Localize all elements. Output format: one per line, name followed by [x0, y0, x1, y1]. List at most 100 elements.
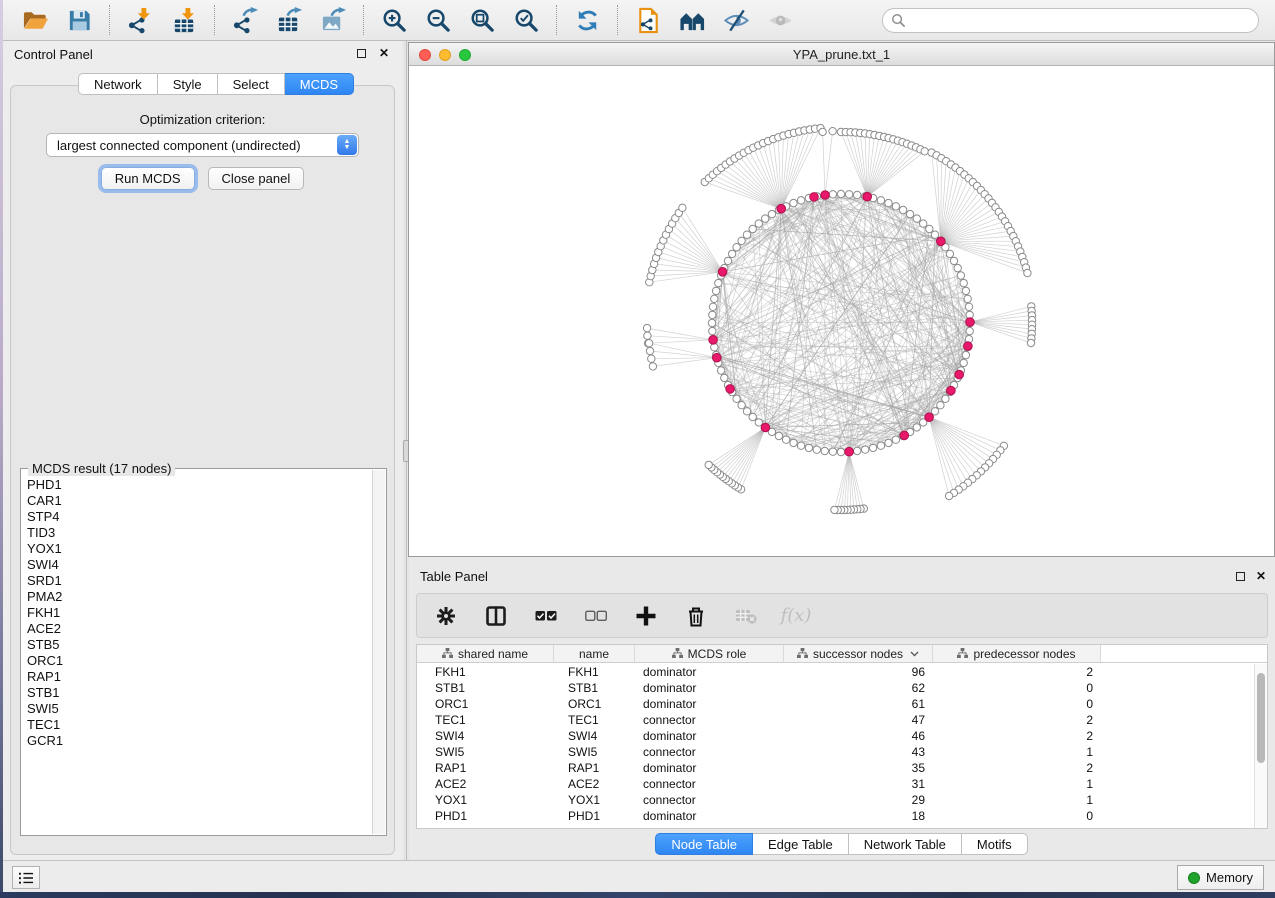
table-cell: dominator: [635, 664, 784, 680]
table-cell: ACE2: [554, 776, 635, 792]
table-row[interactable]: RAP1RAP1dominator352: [417, 760, 1254, 776]
optimization-criterion-label: Optimization criterion:: [11, 112, 394, 127]
table-row[interactable]: SWI4SWI4dominator462: [417, 728, 1254, 744]
mcds-result-item[interactable]: PMA2: [27, 589, 372, 605]
table-row[interactable]: SWI5SWI5connector431: [417, 744, 1254, 760]
tab-network-table[interactable]: Network Table: [849, 833, 962, 855]
table-panel-title: Table Panel: [420, 569, 488, 584]
mcds-result-item[interactable]: STB1: [27, 685, 372, 701]
tab-network[interactable]: Network: [78, 73, 158, 95]
mcds-result-item[interactable]: TID3: [27, 525, 372, 541]
table-row[interactable]: YOX1YOX1connector291: [417, 792, 1254, 808]
task-history-button[interactable]: [12, 866, 40, 889]
tab-node-table[interactable]: Node Table: [655, 833, 753, 855]
mcds-result-item[interactable]: YOX1: [27, 541, 372, 557]
table-cell: FKH1: [417, 664, 554, 680]
mcds-result-item[interactable]: SWI4: [27, 557, 372, 573]
mcds-result-item[interactable]: FKH1: [27, 605, 372, 621]
export-image-icon[interactable]: [317, 4, 349, 36]
tab-motifs[interactable]: Motifs: [962, 833, 1028, 855]
table-cell: 35: [784, 760, 933, 776]
column-header-successor-nodes[interactable]: successor nodes: [784, 645, 933, 662]
memory-button[interactable]: Memory: [1177, 865, 1264, 890]
table-body: FKH1FKH1dominator962STB1STB1dominator620…: [417, 664, 1254, 828]
criterion-select[interactable]: largest connected component (undirected)…: [46, 133, 359, 157]
mcds-result-item[interactable]: CAR1: [27, 493, 372, 509]
column-header-predecessor-nodes[interactable]: predecessor nodes: [933, 645, 1101, 662]
control-panel-title: Control Panel: [14, 47, 93, 62]
function-builder-icon: f(x): [783, 604, 809, 628]
float-panel-icon[interactable]: [1236, 572, 1245, 581]
column-header-MCDS-role[interactable]: MCDS role: [635, 645, 784, 662]
table-cell: SWI5: [417, 744, 554, 760]
mcds-result-item[interactable]: RAP1: [27, 669, 372, 685]
first-neighbors-icon[interactable]: [676, 4, 708, 36]
mcds-result-item[interactable]: SWI5: [27, 701, 372, 717]
zoom-selected-icon[interactable]: [510, 4, 542, 36]
search-input[interactable]: [882, 8, 1259, 33]
open-file-icon[interactable]: [19, 4, 51, 36]
add-row-icon[interactable]: [633, 604, 659, 628]
save-session-icon[interactable]: [63, 4, 95, 36]
table-cell: dominator: [635, 696, 784, 712]
mcds-result-item[interactable]: TEC1: [27, 717, 372, 733]
table-cell: RAP1: [554, 760, 635, 776]
tab-edge-table[interactable]: Edge Table: [753, 833, 849, 855]
mcds-result-scrollbar[interactable]: [372, 470, 385, 834]
table-cell: 43: [784, 744, 933, 760]
zoom-fit-icon[interactable]: [466, 4, 498, 36]
table-row[interactable]: STB1STB1dominator620: [417, 680, 1254, 696]
mcds-result-item[interactable]: STP4: [27, 509, 372, 525]
mcds-result-item[interactable]: SRD1: [27, 573, 372, 589]
table-cell: 0: [933, 696, 1101, 712]
close-panel-icon[interactable]: ✕: [1256, 569, 1266, 583]
zoom-out-icon[interactable]: [422, 4, 454, 36]
network-window-title: YPA_prune.txt_1: [409, 47, 1274, 62]
export-network-icon[interactable]: [229, 4, 261, 36]
close-panel-button[interactable]: Close panel: [208, 167, 305, 190]
delete-row-icon[interactable]: [683, 604, 709, 628]
network-canvas[interactable]: [409, 66, 1274, 556]
new-network-from-selection-icon[interactable]: [632, 4, 664, 36]
table-cell: 18: [784, 808, 933, 824]
table-cell: connector: [635, 744, 784, 760]
table-cell: ORC1: [417, 696, 554, 712]
show-columns-icon[interactable]: [483, 604, 509, 628]
tab-mcds[interactable]: MCDS: [285, 73, 354, 95]
table-cell: 2: [933, 728, 1101, 744]
tab-style[interactable]: Style: [158, 73, 218, 95]
mcds-result-item[interactable]: ACE2: [27, 621, 372, 637]
export-table-icon[interactable]: [273, 4, 305, 36]
settings-gear-icon[interactable]: [433, 604, 459, 628]
mcds-result-item[interactable]: GCR1: [27, 733, 372, 749]
close-panel-icon[interactable]: ✕: [379, 46, 389, 60]
table-row[interactable]: ORC1ORC1dominator610: [417, 696, 1254, 712]
table-row[interactable]: ACE2ACE2connector311: [417, 776, 1254, 792]
toolbar-separator: [363, 5, 364, 35]
table-row[interactable]: TEC1TEC1connector472: [417, 712, 1254, 728]
float-panel-icon[interactable]: [357, 49, 366, 58]
hide-selected-icon[interactable]: [720, 4, 752, 36]
table-scrollbar-thumb[interactable]: [1257, 673, 1265, 763]
mcds-result-item[interactable]: ORC1: [27, 653, 372, 669]
column-header-shared-name[interactable]: shared name: [417, 645, 554, 662]
mcds-result-item[interactable]: STB5: [27, 637, 372, 653]
select-all-icon[interactable]: [533, 604, 559, 628]
network-column-icon: [672, 648, 683, 659]
mcds-result-item[interactable]: PHD1: [27, 477, 372, 493]
tab-select[interactable]: Select: [218, 73, 285, 95]
run-mcds-button[interactable]: Run MCDS: [101, 167, 195, 190]
network-graph-svg[interactable]: [409, 66, 1274, 556]
network-window-titlebar[interactable]: YPA_prune.txt_1: [409, 43, 1274, 66]
column-header-name[interactable]: name: [554, 645, 635, 662]
import-table-icon[interactable]: [168, 4, 200, 36]
table-scrollbar[interactable]: [1254, 664, 1267, 828]
table-row[interactable]: FKH1FKH1dominator962: [417, 664, 1254, 680]
deselect-all-icon[interactable]: [583, 604, 609, 628]
refresh-icon[interactable]: [571, 4, 603, 36]
sort-chevron-icon: [910, 651, 919, 657]
show-all-icon: [764, 4, 796, 36]
table-row[interactable]: PHD1PHD1dominator180: [417, 808, 1254, 824]
zoom-in-icon[interactable]: [378, 4, 410, 36]
import-network-icon[interactable]: [124, 4, 156, 36]
